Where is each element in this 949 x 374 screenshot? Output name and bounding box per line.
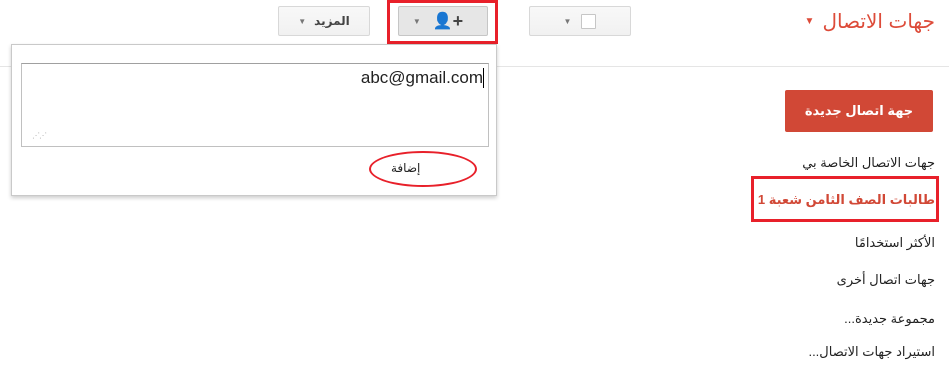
add-contact-panel: abc@gmail.com ⋰⋰ إضافة: [11, 44, 497, 196]
select-checkbox[interactable]: [581, 13, 597, 29]
email-textarea[interactable]: abc@gmail.com ⋰⋰: [21, 63, 489, 147]
page-title: جهات الاتصال: [822, 11, 935, 33]
sidebar-item-new-group[interactable]: مجموعة جديدة...: [844, 311, 935, 327]
more-button-label: المزيد: [314, 14, 350, 28]
new-contact-button[interactable]: جهة اتصال جديدة: [785, 90, 933, 132]
email-field-value: abc@gmail.com: [360, 68, 483, 87]
select-checkbox-button[interactable]: ▼: [529, 6, 631, 36]
chevron-down-icon: ▼: [804, 16, 815, 27]
contacts-title-menu[interactable]: جهات الاتصال ▼: [805, 9, 935, 34]
more-button[interactable]: ▼ المزيد: [278, 6, 370, 36]
sidebar-item-group[interactable]: طالبات الصف الثامن شعبة 1: [758, 192, 935, 208]
add-to-group-button[interactable]: ▼ 👤 +: [398, 6, 488, 36]
resize-grip-icon[interactable]: ⋰⋰: [32, 131, 47, 140]
contacts-page: جهات الاتصال ▼ ▼ ▼ 👤 + ▼ المزيد abc@gmai…: [0, 0, 949, 374]
sidebar-item-my-contacts[interactable]: جهات الاتصال الخاصة بي: [802, 155, 935, 171]
sidebar-item-most-used[interactable]: الأكثر استخدامًا: [855, 235, 935, 251]
add-link[interactable]: إضافة: [391, 161, 420, 175]
person-icon: 👤: [432, 13, 453, 30]
sidebar-item-other-contacts[interactable]: جهات اتصال أخرى: [837, 272, 935, 288]
chevron-down-icon: ▼: [298, 16, 307, 26]
add-link-highlight: [369, 151, 477, 187]
sidebar-item-import[interactable]: استيراد جهات الاتصال...: [808, 344, 935, 360]
plus-icon: +: [452, 10, 464, 31]
text-cursor: [483, 68, 484, 88]
chevron-down-icon: ▼: [563, 16, 572, 26]
chevron-down-icon: ▼: [412, 16, 421, 26]
